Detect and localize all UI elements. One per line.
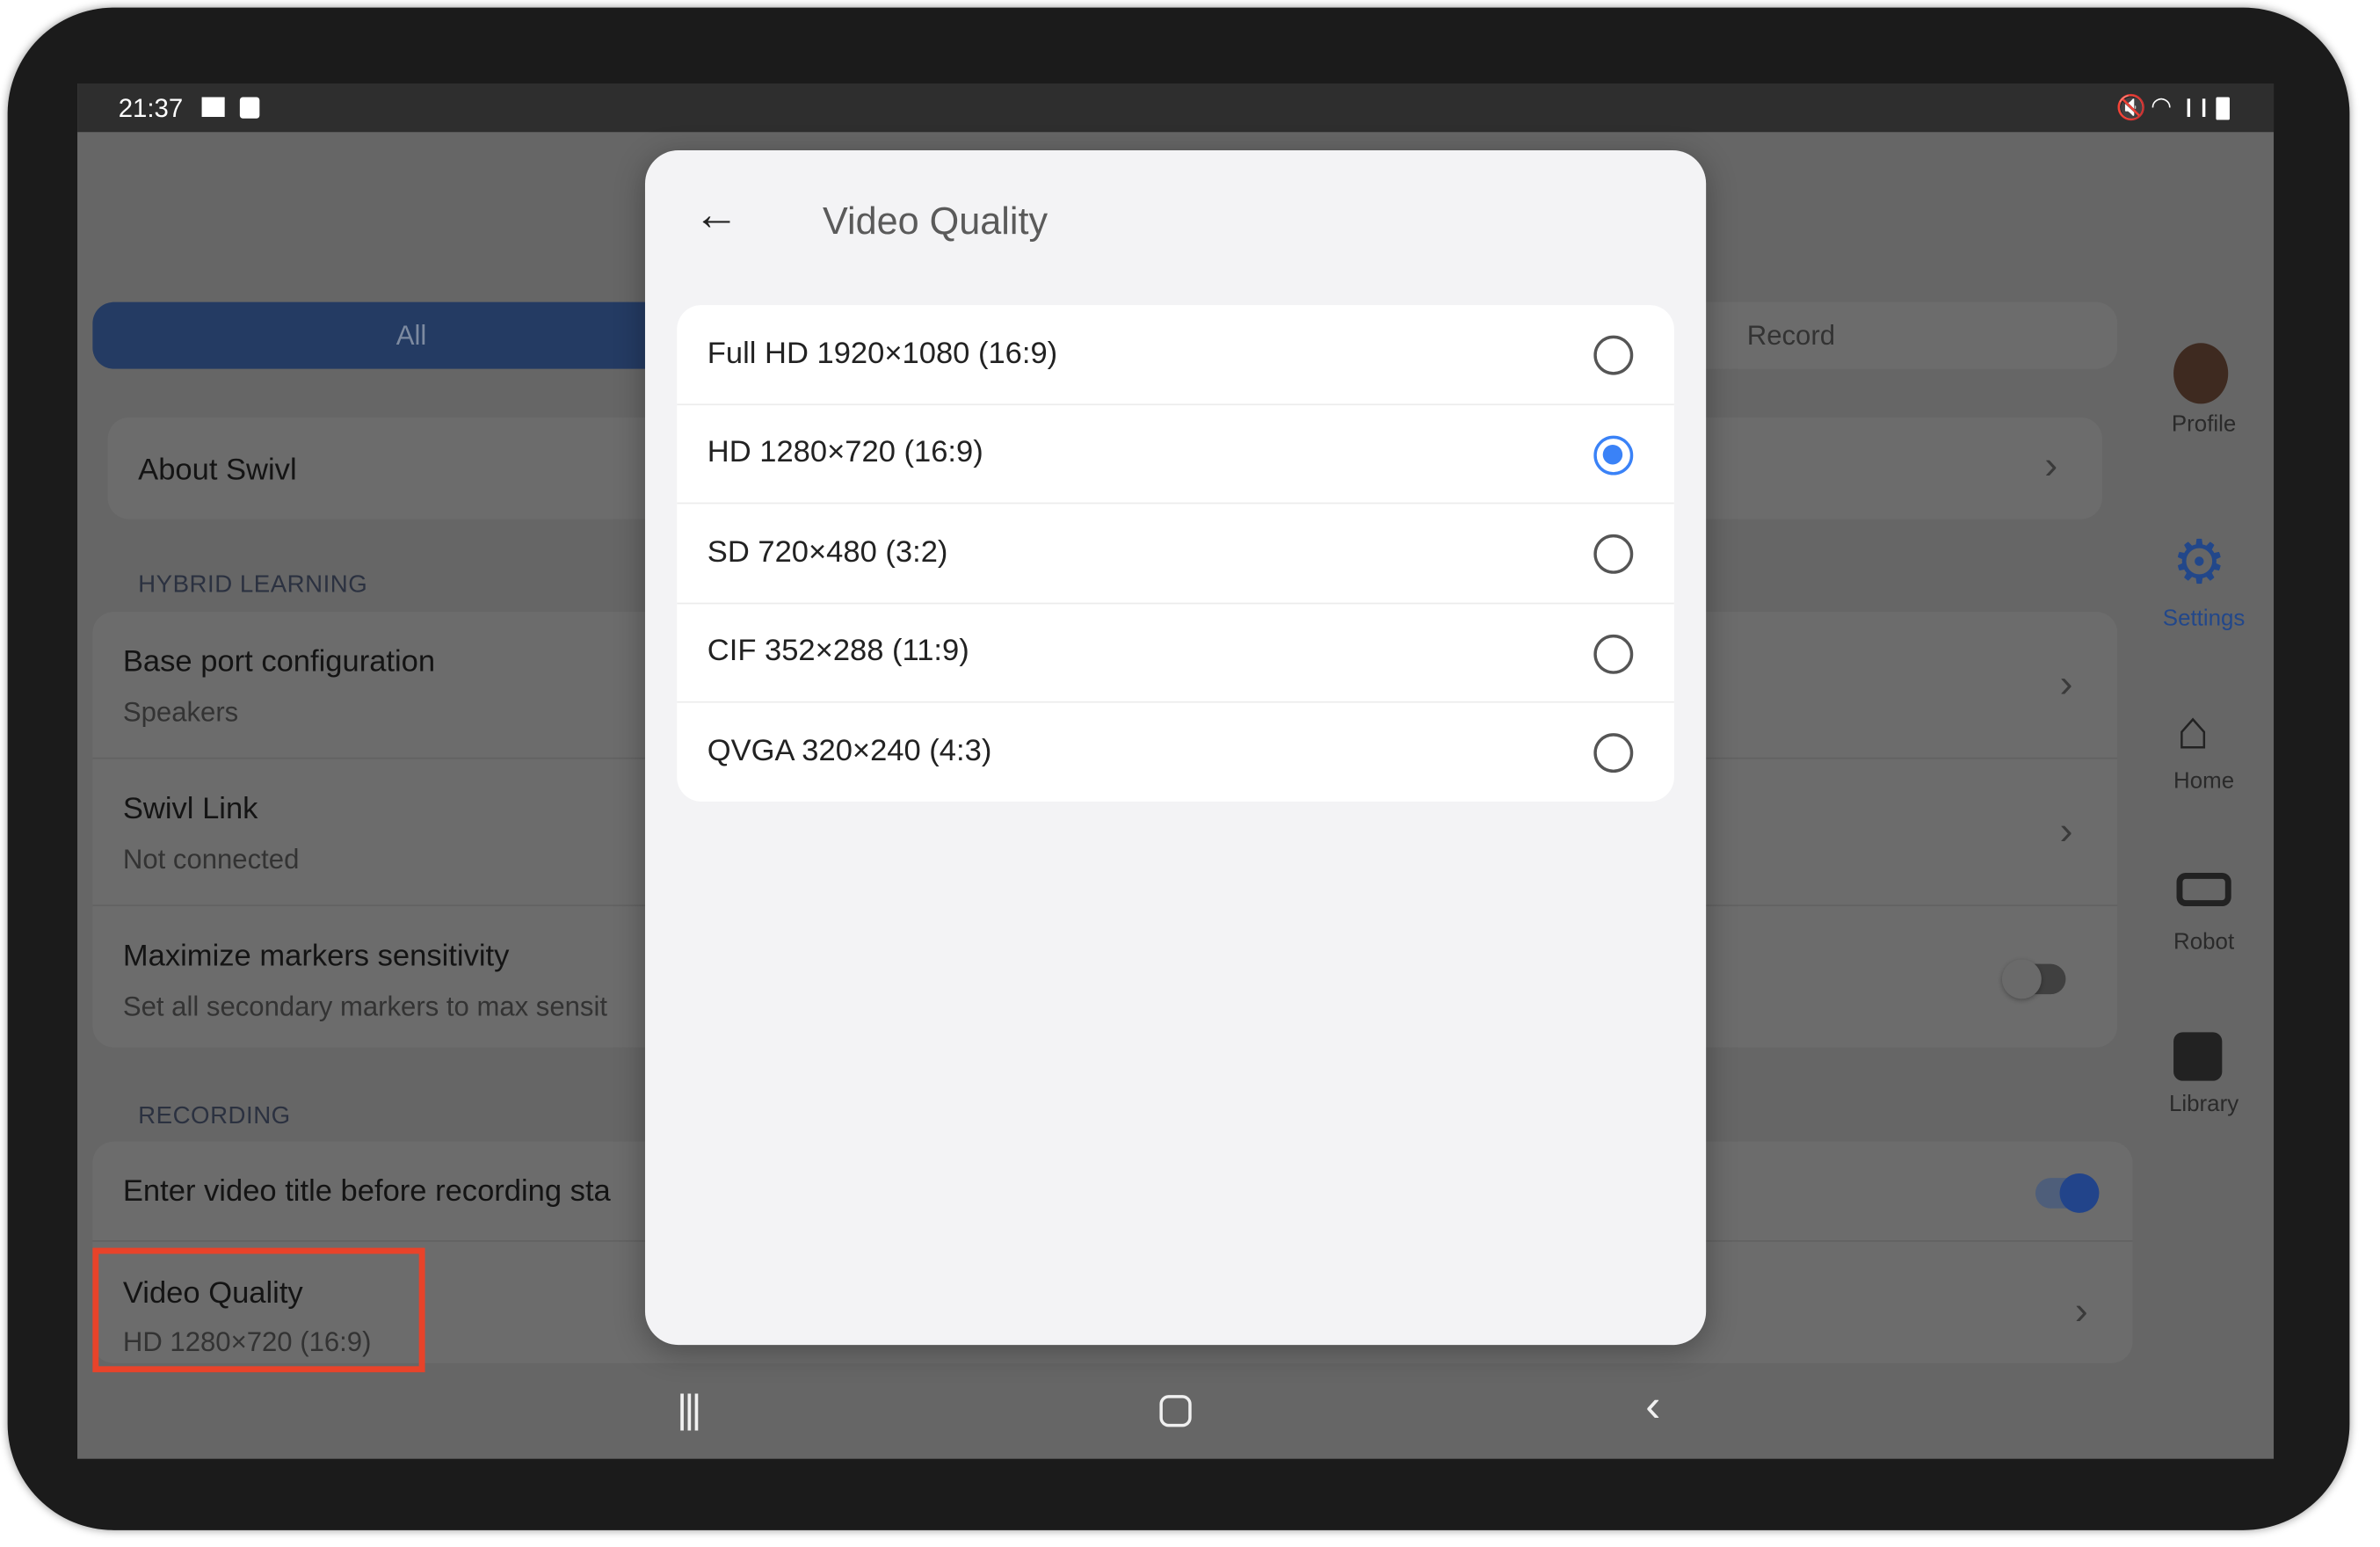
option-label: Full HD 1920×1080 (16:9) bbox=[707, 336, 1058, 370]
rail-profile-label[interactable]: Profile bbox=[2136, 411, 2272, 437]
base-port-subtitle: Speakers bbox=[122, 696, 239, 728]
markers-title: Maximize markers sensitivity bbox=[122, 940, 510, 974]
status-time: 21:37 bbox=[118, 94, 184, 123]
screenshot-icon bbox=[239, 97, 260, 119]
radio-button[interactable] bbox=[1593, 335, 1634, 375]
markers-subtitle: Set all secondary markers to max sensit bbox=[122, 991, 608, 1022]
radio-button-selected[interactable] bbox=[1593, 434, 1634, 475]
radio-button[interactable] bbox=[1593, 634, 1634, 673]
screen: 21:37 🔇 ◠ All Record About Swivl › HYBRI… bbox=[77, 83, 2275, 1459]
chevron-right-icon: › bbox=[2044, 441, 2058, 488]
quality-option[interactable]: CIF 352×288 (11:9) bbox=[677, 603, 1674, 703]
quality-options-list: Full HD 1920×1080 (16:9) HD 1280×720 (16… bbox=[677, 305, 1674, 802]
mute-icon: 🔇 bbox=[2115, 95, 2146, 122]
option-label: SD 720×480 (3:2) bbox=[707, 535, 948, 570]
quality-option[interactable]: QVGA 320×240 (4:3) bbox=[677, 703, 1674, 802]
video-quality-dialog: ← Video Quality Full HD 1920×1080 (16:9)… bbox=[644, 149, 1707, 1346]
image-icon bbox=[201, 97, 225, 117]
dialog-title: Video Quality bbox=[823, 200, 1049, 243]
battery-icon bbox=[2216, 97, 2230, 120]
recent-apps-button[interactable]: ||| bbox=[677, 1386, 701, 1434]
quality-option[interactable]: Full HD 1920×1080 (16:9) bbox=[677, 305, 1674, 405]
option-label: CIF 352×288 (11:9) bbox=[707, 635, 969, 669]
enter-title-toggle[interactable] bbox=[2035, 1173, 2100, 1213]
swivl-link-title: Swivl Link bbox=[122, 792, 258, 826]
rail-settings-label[interactable]: Settings bbox=[2136, 606, 2272, 631]
rail-home-label[interactable]: Home bbox=[2136, 768, 2272, 794]
option-label: HD 1280×720 (16:9) bbox=[707, 436, 983, 470]
swivl-link-subtitle: Not connected bbox=[122, 844, 300, 875]
status-bar: 21:37 🔇 ◠ bbox=[77, 83, 2275, 133]
tab-all[interactable]: All bbox=[92, 301, 730, 369]
section-hybrid-learning: HYBRID LEARNING bbox=[138, 572, 368, 599]
radio-button[interactable] bbox=[1593, 534, 1634, 574]
section-recording: RECORDING bbox=[138, 1103, 291, 1129]
chevron-right-icon: › bbox=[2059, 660, 2073, 707]
home-button[interactable] bbox=[1159, 1395, 1192, 1427]
back-button[interactable]: ‹ bbox=[1645, 1382, 1660, 1434]
quality-option[interactable]: SD 720×480 (3:2) bbox=[677, 504, 1674, 604]
robot-icon[interactable] bbox=[2176, 873, 2231, 907]
gear-icon[interactable]: ⚙ bbox=[2172, 533, 2226, 593]
enter-title-label: Enter video title before recording sta bbox=[122, 1174, 611, 1209]
rail-library-label[interactable]: Library bbox=[2136, 1092, 2272, 1117]
library-icon[interactable] bbox=[2173, 1032, 2223, 1081]
rail-robot-label[interactable]: Robot bbox=[2136, 929, 2272, 955]
wifi-icon: ◠ bbox=[2151, 94, 2173, 120]
back-arrow-icon[interactable]: ← bbox=[693, 190, 739, 242]
quality-option[interactable]: HD 1280×720 (16:9) bbox=[677, 404, 1674, 505]
profile-avatar[interactable] bbox=[2173, 343, 2229, 404]
tab-record[interactable]: Record bbox=[1747, 302, 1899, 369]
chevron-right-icon: › bbox=[2074, 1287, 2088, 1333]
chevron-right-icon: › bbox=[2059, 807, 2073, 853]
home-icon[interactable]: ⌂ bbox=[2177, 702, 2210, 758]
base-port-title: Base port configuration bbox=[122, 644, 436, 679]
option-label: QVGA 320×240 (4:3) bbox=[707, 735, 992, 769]
markers-toggle[interactable] bbox=[2001, 959, 2066, 999]
about-swivl-label: About Swivl bbox=[138, 454, 297, 488]
signal-icon bbox=[2187, 98, 2206, 117]
video-quality-title: Video Quality bbox=[122, 1276, 303, 1311]
radio-button[interactable] bbox=[1593, 733, 1634, 774]
video-quality-subtitle: HD 1280×720 (16:9) bbox=[122, 1326, 372, 1357]
